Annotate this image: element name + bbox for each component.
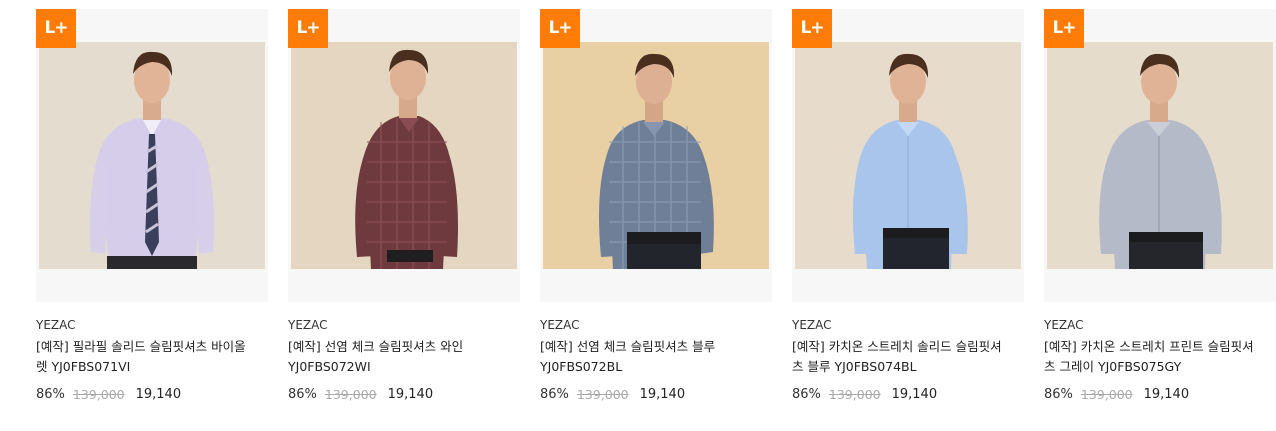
price-row: 86% 139,000 19,140: [1044, 386, 1276, 404]
brand-name: YEZAC: [36, 318, 76, 332]
product-thumbnail[interactable]: L+: [540, 9, 772, 302]
product-thumbnail[interactable]: L+: [36, 9, 268, 302]
brand-name: YEZAC: [540, 318, 580, 332]
product-card[interactable]: L+ YEZAC [예작] 카치온 스트레치 프린트 슬림핏셔츠 그레이 YJ0…: [1044, 9, 1276, 404]
product-card[interactable]: L+ YEZAC [예작] 선염 체크 슬림핏셔츠 블루 YJ0FBS072BL…: [540, 9, 772, 404]
lotte-plus-badge: L+: [1044, 9, 1084, 48]
sale-price: 19,140: [135, 387, 182, 402]
product-image[interactable]: [1047, 42, 1273, 269]
discount-rate: 86%: [36, 387, 65, 402]
brand-name: YEZAC: [1044, 318, 1084, 332]
product-name[interactable]: [예작] 카치온 스트레치 솔리드 슬림핏셔츠 블루 YJ0FBS074BL: [792, 337, 1002, 377]
product-image[interactable]: [543, 42, 769, 269]
product-card[interactable]: L+ YEZAC [예작] 선염 체크 슬림핏셔츠 와인 YJ0FBS072WI…: [288, 9, 520, 404]
product-image[interactable]: [39, 42, 265, 269]
product-card[interactable]: L+ YEZAC [예작] 필라필 솔리드 슬림핏셔츠 바이올렛 YJ0FBS0…: [36, 9, 268, 404]
original-price: 139,000: [324, 387, 377, 402]
badge-label: L+: [296, 18, 320, 38]
price-row: 86% 139,000 19,140: [540, 386, 772, 404]
lotte-plus-badge: L+: [288, 9, 328, 48]
price-row: 86% 139,000 19,140: [36, 386, 268, 404]
product-thumbnail[interactable]: L+: [1044, 9, 1276, 302]
original-price: 139,000: [1080, 387, 1133, 402]
lotte-plus-badge: L+: [792, 9, 832, 48]
badge-label: L+: [800, 18, 824, 38]
product-card[interactable]: L+ YEZAC [예작] 카치온 스트레치 솔리드 슬림핏셔츠 블루 YJ0F…: [792, 9, 1024, 404]
product-thumbnail[interactable]: L+: [792, 9, 1024, 302]
sale-price: 19,140: [387, 387, 434, 402]
brand-name: YEZAC: [288, 318, 328, 332]
product-thumbnail[interactable]: L+: [288, 9, 520, 302]
product-grid: L+ YEZAC [예작] 필라필 솔리드 슬림핏셔츠 바이올렛 YJ0FBS0…: [0, 0, 1276, 431]
product-name[interactable]: [예작] 선염 체크 슬림핏셔츠 와인 YJ0FBS072WI: [288, 337, 498, 377]
product-image[interactable]: [795, 42, 1021, 269]
lotte-plus-badge: L+: [36, 9, 76, 48]
sale-price: 19,140: [891, 387, 938, 402]
original-price: 139,000: [576, 387, 629, 402]
discount-rate: 86%: [288, 387, 317, 402]
product-name[interactable]: [예작] 카치온 스트레치 프린트 슬림핏셔츠 그레이 YJ0FBS075GY: [1044, 337, 1254, 377]
price-row: 86% 139,000 19,140: [288, 386, 520, 404]
sale-price: 19,140: [639, 387, 686, 402]
product-image[interactable]: [291, 42, 517, 269]
product-name[interactable]: [예작] 선염 체크 슬림핏셔츠 블루 YJ0FBS072BL: [540, 337, 750, 377]
badge-label: L+: [548, 18, 572, 38]
price-row: 86% 139,000 19,140: [792, 386, 1024, 404]
lotte-plus-badge: L+: [540, 9, 580, 48]
discount-rate: 86%: [792, 387, 821, 402]
brand-name: YEZAC: [792, 318, 832, 332]
discount-rate: 86%: [540, 387, 569, 402]
discount-rate: 86%: [1044, 387, 1073, 402]
sale-price: 19,140: [1143, 387, 1190, 402]
badge-label: L+: [1052, 18, 1076, 38]
original-price: 139,000: [72, 387, 125, 402]
product-name[interactable]: [예작] 필라필 솔리드 슬림핏셔츠 바이올렛 YJ0FBS071VI: [36, 337, 246, 377]
badge-label: L+: [44, 18, 68, 38]
original-price: 139,000: [828, 387, 881, 402]
